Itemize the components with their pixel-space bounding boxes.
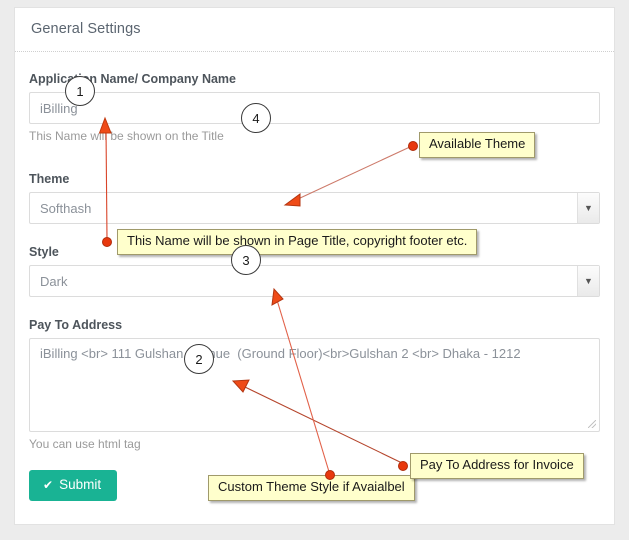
callout-page-title-note: This Name will be shown in Page Title, c… (117, 229, 478, 255)
general-settings-panel: General Settings Application Name/ Compa… (14, 7, 615, 525)
badge-3: 3 (231, 245, 261, 275)
badge-4: 4 (241, 103, 271, 133)
anchor-dot-available-theme (408, 141, 418, 151)
field-theme: Theme Softhash ▼ (29, 172, 600, 224)
check-icon: ✔ (43, 478, 54, 492)
pay-to-address-label: Pay To Address (29, 318, 123, 332)
theme-label: Theme (29, 172, 70, 186)
pay-to-address-help: You can use html tag (29, 437, 141, 451)
callout-custom-theme-style: Custom Theme Style if Avaialbel (208, 475, 415, 501)
screenshot-root: General Settings Application Name/ Compa… (0, 0, 629, 540)
pay-to-address-textarea[interactable]: iBilling <br> 111 Gulshan Avenue (Ground… (29, 338, 600, 432)
style-select[interactable]: Dark (29, 265, 600, 297)
style-select-wrap: Dark ▼ (29, 265, 600, 297)
theme-select[interactable]: Softhash (29, 192, 600, 224)
badge-2: 2 (184, 344, 214, 374)
anchor-dot-page-title-note (102, 237, 112, 247)
anchor-dot-pay-to-address-invoice (398, 461, 408, 471)
theme-select-wrap: Softhash ▼ (29, 192, 600, 224)
pay-to-address-wrap: iBilling <br> 111 Gulshan Avenue (Ground… (29, 338, 600, 432)
panel-header: General Settings (15, 8, 614, 52)
application-name-label: Application Name/ Company Name (29, 72, 236, 86)
callout-available-theme: Available Theme (419, 132, 536, 158)
badge-1: 1 (65, 76, 95, 106)
page-title: General Settings (31, 21, 141, 37)
application-name-input[interactable] (29, 92, 600, 124)
callout-pay-to-address-invoice: Pay To Address for Invoice (410, 453, 584, 479)
anchor-dot-custom-theme-style (325, 470, 335, 480)
field-pay-to-address: Pay To Address iBilling <br> 111 Gulshan… (29, 318, 600, 451)
save-button[interactable]: ✔ Submit (29, 470, 118, 501)
submit-button-label: Submit (59, 477, 102, 492)
